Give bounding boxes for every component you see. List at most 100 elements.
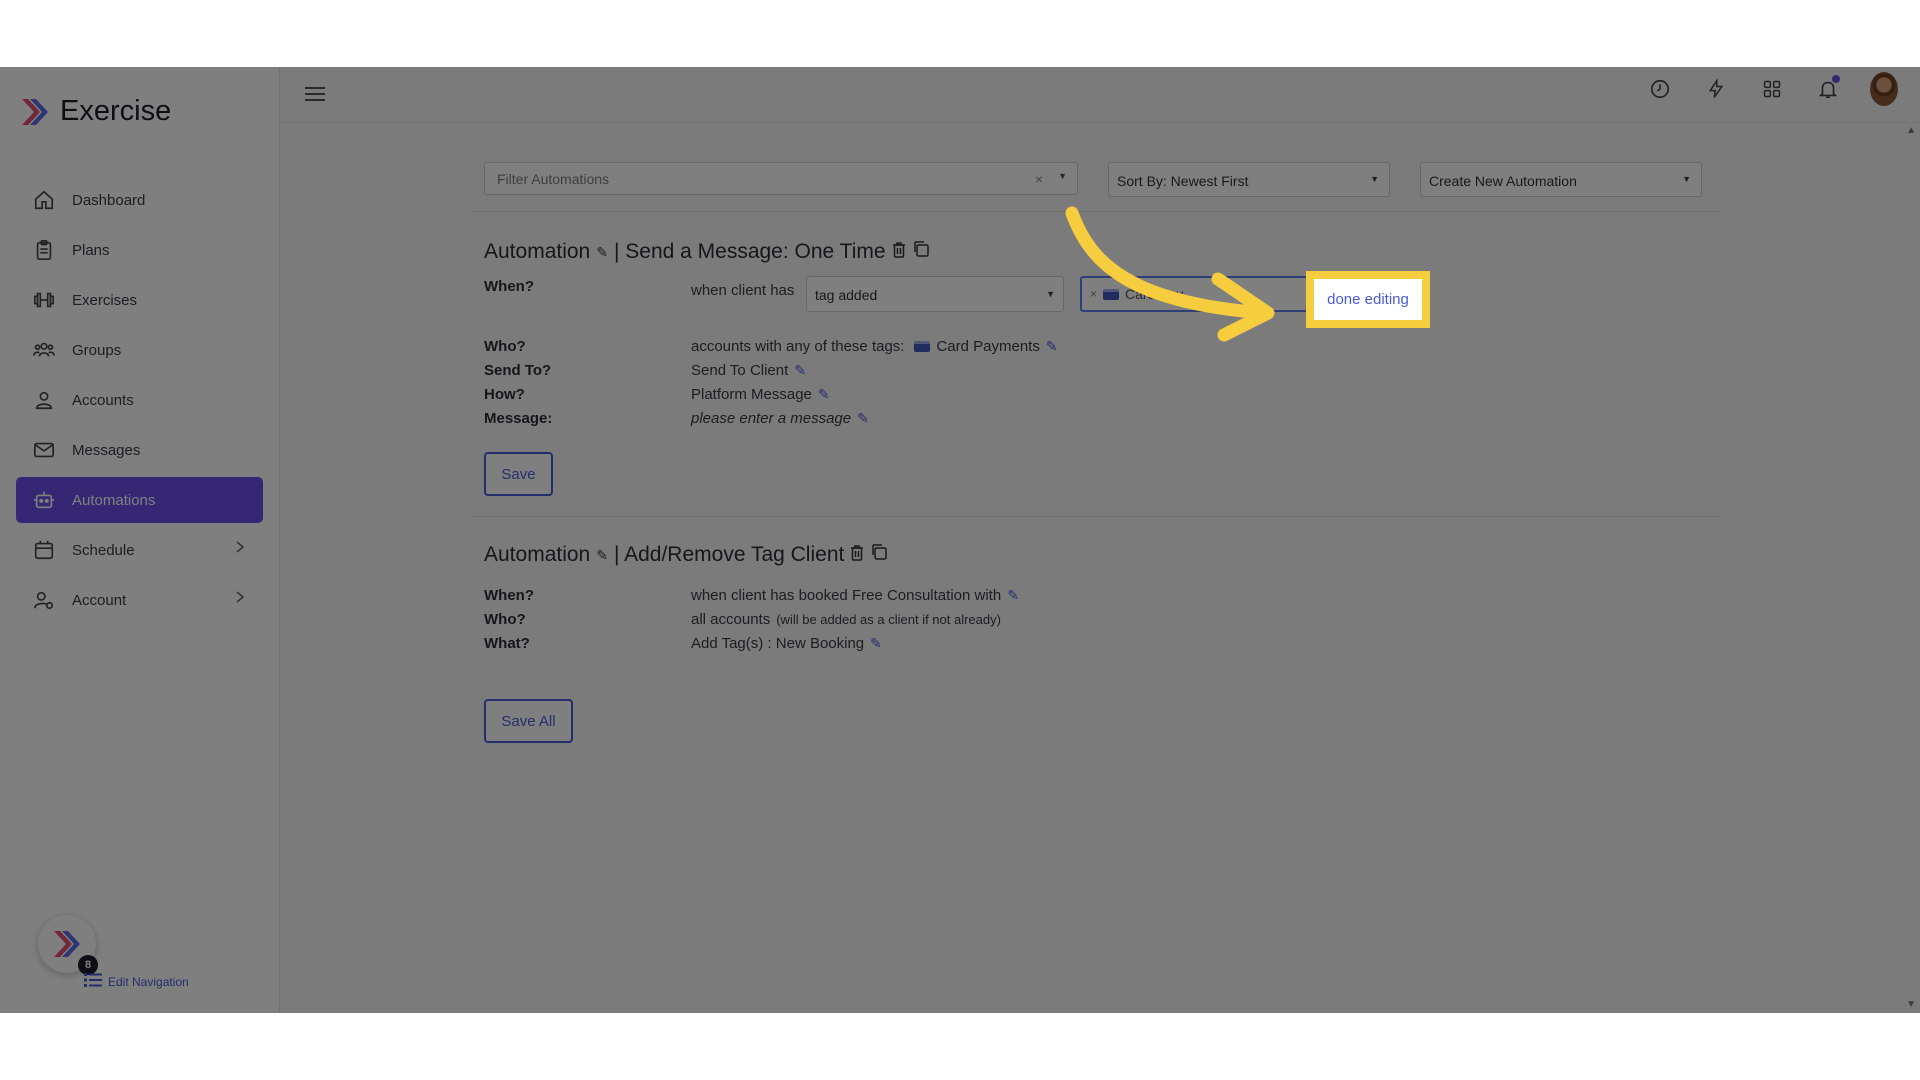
copy-icon[interactable] bbox=[870, 543, 888, 567]
sidebar-item-accounts[interactable]: Accounts bbox=[16, 377, 263, 423]
user-gear-icon bbox=[32, 588, 56, 612]
caret-down-icon: ▼ bbox=[1682, 174, 1691, 184]
sidebar-item-dashboard[interactable]: Dashboard bbox=[16, 177, 263, 223]
users-icon bbox=[32, 338, 56, 362]
what-label: What? bbox=[484, 635, 530, 652]
automation-title: Automation ✎ | Add/Remove Tag Client bbox=[484, 543, 888, 567]
edit-pencil-icon[interactable]: ✎ bbox=[1007, 587, 1019, 604]
how-value: Platform Message ✎ bbox=[691, 386, 830, 403]
edit-pencil-icon[interactable]: ✎ bbox=[1046, 338, 1058, 355]
calendar-icon bbox=[32, 538, 56, 562]
sidebar-item-account[interactable]: Account bbox=[16, 577, 263, 623]
caret-down-icon[interactable]: ▼ bbox=[1058, 171, 1067, 181]
sidebar: Exercise Dashboard Plans Exercises Group… bbox=[0, 67, 280, 1013]
avatar[interactable] bbox=[1870, 72, 1898, 106]
edit-pencil-icon[interactable]: ✎ bbox=[596, 547, 608, 564]
sidebar-item-automations[interactable]: Automations bbox=[16, 477, 263, 523]
clock-icon[interactable] bbox=[1646, 75, 1674, 103]
clipboard-icon bbox=[32, 238, 56, 262]
dumbbell-icon bbox=[32, 288, 56, 312]
create-automation-select[interactable]: Create New Automation ▼ bbox=[1420, 162, 1702, 197]
scroll-up-arrow-icon[interactable]: ▲ bbox=[1906, 125, 1916, 136]
trash-icon[interactable] bbox=[892, 240, 906, 264]
caret-down-icon: ▼ bbox=[1046, 289, 1055, 299]
message-value: please enter a message ✎ bbox=[691, 410, 869, 427]
filter-automations-input[interactable]: Filter Automations × ▼ bbox=[484, 162, 1078, 195]
sidebar-item-messages[interactable]: Messages bbox=[16, 427, 263, 473]
sidebar-nav: Dashboard Plans Exercises Groups Account… bbox=[16, 177, 263, 627]
sidebar-item-label: Automations bbox=[72, 491, 156, 509]
app-window: Exercise Dashboard Plans Exercises Group… bbox=[0, 67, 1920, 1013]
copy-icon[interactable] bbox=[912, 240, 930, 264]
sort-select[interactable]: Sort By: Newest First ▼ bbox=[1108, 162, 1390, 197]
done-editing-button[interactable]: done editing bbox=[1327, 291, 1409, 308]
when-value: when client has booked Free Consultation… bbox=[691, 587, 1019, 604]
automation-card: Automation ✎ | Add/Remove Tag Client Whe… bbox=[470, 517, 1720, 757]
sidebar-item-groups[interactable]: Groups bbox=[16, 327, 263, 373]
when-row: When? when client has booked Free Consul… bbox=[470, 587, 1720, 611]
user-icon bbox=[32, 388, 56, 412]
brand-logo-icon bbox=[22, 98, 48, 125]
edit-pencil-icon[interactable]: ✎ bbox=[596, 244, 608, 261]
message-text: please enter a message bbox=[691, 410, 852, 427]
save-all-button[interactable]: Save All bbox=[484, 699, 573, 743]
automation-prefix: Automation bbox=[484, 543, 591, 566]
menu-icon[interactable] bbox=[305, 85, 325, 108]
send-to-label: Send To? bbox=[484, 362, 552, 379]
create-automation-value: Create New Automation bbox=[1429, 173, 1577, 189]
brand[interactable]: Exercise bbox=[20, 95, 171, 128]
how-text: Platform Message bbox=[691, 386, 812, 403]
robot-icon bbox=[32, 488, 56, 512]
edit-navigation-label: Edit Navigation bbox=[108, 974, 189, 989]
when-text: when client has bbox=[691, 282, 795, 299]
chevron-right-icon bbox=[235, 540, 245, 558]
sidebar-item-schedule[interactable]: Schedule bbox=[16, 527, 263, 573]
message-label: Message: bbox=[484, 410, 553, 427]
tutorial-arrow-icon bbox=[1065, 206, 1275, 342]
sidebar-item-label: Schedule bbox=[72, 541, 135, 559]
who-value: accounts with any of these tags: Card Pa… bbox=[691, 338, 1058, 355]
edit-pencil-icon[interactable]: ✎ bbox=[818, 386, 830, 403]
automation-prefix: Automation bbox=[484, 240, 591, 263]
grid-icon[interactable] bbox=[1758, 75, 1786, 103]
mail-icon bbox=[32, 438, 56, 462]
help-launcher-button[interactable]: 8 bbox=[38, 915, 98, 975]
trigger-select[interactable]: tag added ▼ bbox=[806, 276, 1064, 312]
trash-icon[interactable] bbox=[850, 543, 864, 567]
sort-select-value: Sort By: Newest First bbox=[1117, 173, 1249, 189]
sidebar-item-label: Dashboard bbox=[72, 191, 146, 209]
brand-name: Exercise bbox=[60, 95, 172, 127]
sidebar-item-label: Plans bbox=[72, 241, 110, 259]
chevron-right-icon bbox=[235, 590, 245, 608]
bell-icon[interactable] bbox=[1814, 75, 1842, 103]
automation-name: | Add/Remove Tag Client bbox=[613, 543, 845, 566]
how-label: How? bbox=[484, 386, 525, 403]
edit-pencil-icon[interactable]: ✎ bbox=[870, 635, 882, 652]
who-label: Who? bbox=[484, 611, 526, 628]
when-text: when client has booked Free Consultation… bbox=[691, 587, 1002, 604]
list-icon bbox=[84, 972, 102, 991]
save-button[interactable]: Save bbox=[484, 452, 553, 496]
scroll-down-arrow-icon[interactable]: ▼ bbox=[1906, 999, 1916, 1010]
top-bar bbox=[280, 67, 1920, 123]
how-row: How? Platform Message ✎ bbox=[470, 386, 1720, 410]
edit-navigation-link[interactable]: Edit Navigation bbox=[84, 972, 189, 991]
edit-pencil-icon[interactable]: ✎ bbox=[794, 362, 806, 379]
send-to-value: Send To Client ✎ bbox=[691, 362, 806, 379]
clear-icon[interactable]: × bbox=[1035, 171, 1043, 187]
automation-title: Automation ✎ | Send a Message: One Time bbox=[484, 240, 930, 264]
bolt-icon[interactable] bbox=[1702, 75, 1730, 103]
brand-logo-icon bbox=[54, 931, 80, 957]
top-bar-actions bbox=[1646, 72, 1898, 106]
what-row: What? Add Tag(s) : New Booking ✎ bbox=[470, 635, 1720, 659]
caret-down-icon: ▼ bbox=[1370, 174, 1379, 184]
automation-name: | Send a Message: One Time bbox=[613, 240, 886, 263]
who-label: Who? bbox=[484, 338, 526, 355]
message-row: Message: please enter a message ✎ bbox=[470, 410, 1720, 434]
sidebar-item-exercises[interactable]: Exercises bbox=[16, 277, 263, 323]
edit-pencil-icon[interactable]: ✎ bbox=[857, 410, 869, 427]
sidebar-item-plans[interactable]: Plans bbox=[16, 227, 263, 273]
what-value: Add Tag(s) : New Booking ✎ bbox=[691, 635, 882, 652]
who-text: accounts with any of these tags: bbox=[691, 338, 905, 355]
who-value: all accounts (will be added as a client … bbox=[691, 611, 1001, 628]
